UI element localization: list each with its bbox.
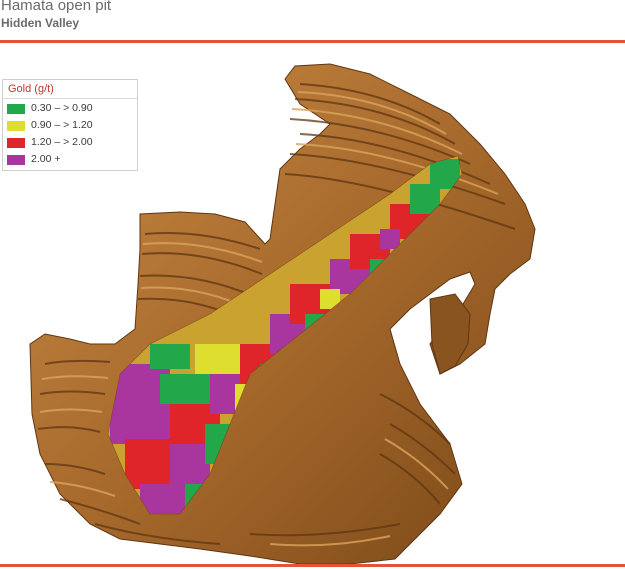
footer-divider xyxy=(0,564,625,567)
legend-swatch-yellow xyxy=(7,121,25,131)
legend-swatch-purple xyxy=(7,155,25,165)
page-header: Hamata open pit Hidden Valley xyxy=(0,0,625,40)
gold-grade-legend: Gold (g/t) 0.30 – > 0.90 0.90 – > 1.20 1… xyxy=(2,79,138,171)
legend-item-high-grade: 1.20 – > 2.00 xyxy=(7,136,135,152)
page-subtitle: Hidden Valley xyxy=(1,16,80,30)
legend-title: Gold (g/t) xyxy=(8,83,54,95)
legend-item-low-grade: 0.30 – > 0.90 xyxy=(7,102,135,118)
header-divider xyxy=(0,40,625,43)
legend-label: 0.90 – > 1.20 xyxy=(31,119,93,131)
legend-label: 0.30 – > 0.90 xyxy=(31,102,93,114)
legend-item-medium-grade: 0.90 – > 1.20 xyxy=(7,119,135,135)
legend-label: 1.20 – > 2.00 xyxy=(31,136,93,148)
page-title: Hamata open pit xyxy=(1,0,112,14)
legend-swatch-green xyxy=(7,104,25,114)
legend-item-very-high-grade: 2.00 + xyxy=(7,153,135,169)
legend-label: 2.00 + xyxy=(31,153,61,165)
legend-swatch-red xyxy=(7,138,25,148)
legend-divider xyxy=(3,98,137,99)
